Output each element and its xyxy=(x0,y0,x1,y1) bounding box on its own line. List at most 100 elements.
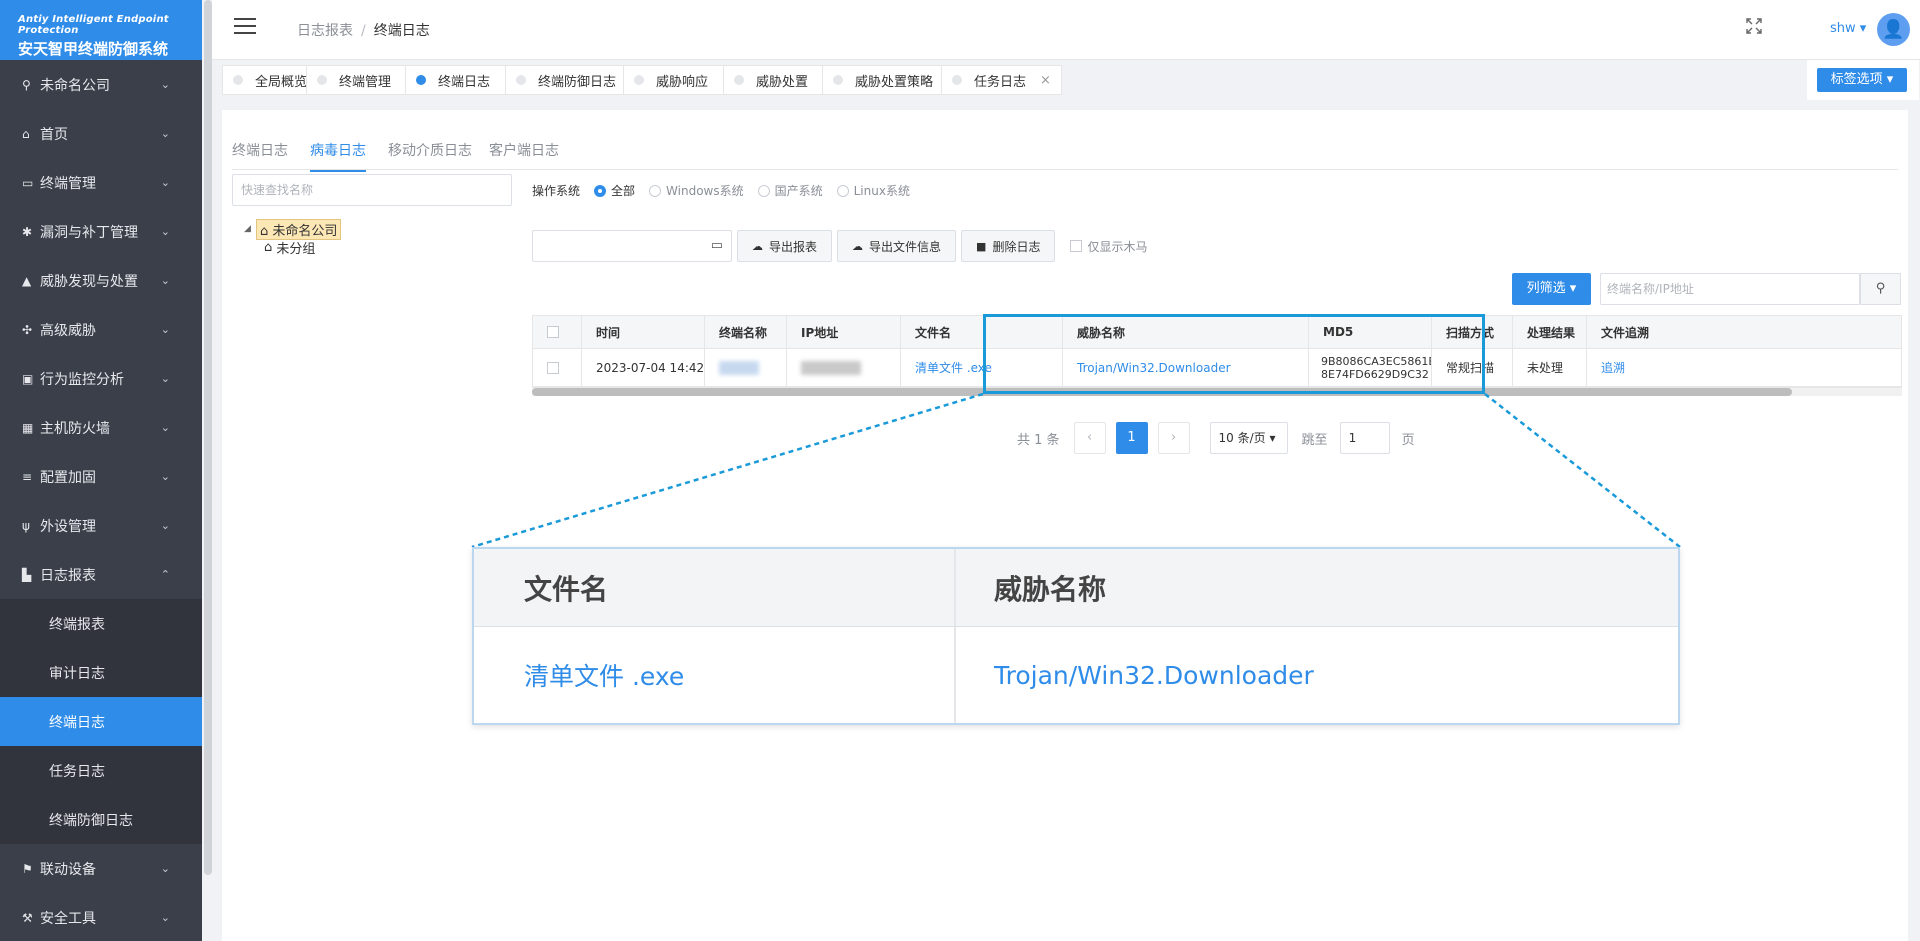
breadcrumb-separator: / xyxy=(361,23,366,39)
sidebar-subitem[interactable]: 任务日志 xyxy=(0,746,202,795)
tab-tag[interactable]: 全局概览 xyxy=(222,65,319,95)
location-pin-icon: ⚲ xyxy=(22,77,31,92)
sidebar-item[interactable]: ▦ 主机防火墙 ⌄ xyxy=(0,403,202,452)
bar-chart-icon: ▙ xyxy=(22,567,32,582)
delete-log-button[interactable]: ■ 删除日志 xyxy=(961,230,1056,262)
home-icon: ⌂ xyxy=(22,126,30,141)
sidebar-item-label: 联动设备 xyxy=(40,861,96,878)
sidebar-item-label: 威胁发现与处置 xyxy=(40,273,138,290)
tag-options-button[interactable]: 标签选项 ▾ xyxy=(1817,68,1907,92)
cell-result: 未处理 xyxy=(1513,349,1587,386)
export-report-button[interactable]: ☁ 导出报表 xyxy=(737,230,833,262)
os-radio[interactable]: Windows系统 xyxy=(649,182,744,199)
tab-status-dot xyxy=(734,75,744,85)
sidebar-item[interactable]: ⚑ 联动设备 ⌄ xyxy=(0,844,202,893)
sidebar-item[interactable]: ≡ 配置加固 ⌄ xyxy=(0,452,202,501)
tree-root-label: 未命名公司 xyxy=(272,223,338,239)
sub-tab[interactable]: 移动介质日志 xyxy=(388,140,472,170)
table-horizontal-scrollbar[interactable] xyxy=(532,388,1902,396)
prev-page-button[interactable]: ‹ xyxy=(1073,422,1106,454)
export-report-label: 导出报表 xyxy=(769,239,818,254)
close-icon[interactable]: × xyxy=(1040,73,1051,88)
column-filter-button[interactable]: 列筛选 ▾ xyxy=(1512,273,1591,305)
column-header: 文件名 xyxy=(901,316,1063,348)
only-trojan-label: 仅显示木马 xyxy=(1087,239,1148,254)
next-page-button[interactable]: › xyxy=(1157,422,1190,454)
tab-tag[interactable]: 任务日志 × xyxy=(941,65,1062,95)
cell-trace[interactable]: 追溯 xyxy=(1587,349,1901,386)
breadcrumb-parent[interactable]: 日志报表 xyxy=(297,23,353,39)
chevron-down-icon: ⌄ xyxy=(160,421,170,434)
virus-log-table: 时间 终端名称 IP地址 文件名 威胁名称 MD5 扫描方式 处理结果 文件追溯 2023-07… xyxy=(532,315,1902,388)
export-file-info-label: 导出文件信息 xyxy=(869,239,942,254)
filter-icon: ≡ xyxy=(22,469,33,484)
user-menu[interactable]: shw ▾ xyxy=(1830,21,1866,36)
column-header: 处理结果 xyxy=(1513,316,1587,348)
tree-node-child[interactable]: ⌂ 未分组 xyxy=(264,238,341,257)
tab-status-dot xyxy=(634,75,644,85)
sub-tab[interactable]: 客户端日志 xyxy=(489,140,559,170)
sidebar-item[interactable]: ⚲ 未命名公司 ⌄ xyxy=(0,60,202,109)
sidebar-item[interactable]: ▙ 日志报表 ⌃ xyxy=(0,550,202,599)
threat-name-link[interactable]: Trojan/Win32.Downloader xyxy=(1077,361,1231,375)
jump-label: 跳至 xyxy=(1301,432,1328,448)
os-radio-label: 全部 xyxy=(611,184,636,198)
cloud-download-icon: ☁ xyxy=(852,239,864,253)
column-header: 时间 xyxy=(582,316,705,348)
date-range-input[interactable]: ▭ xyxy=(532,230,732,262)
sidebar-item[interactable]: ✣ 高级威胁 ⌄ xyxy=(0,305,202,354)
sidebar-subitem[interactable]: 终端防御日志 xyxy=(0,795,202,844)
trace-link[interactable]: 追溯 xyxy=(1601,359,1625,376)
sidebar-item[interactable]: ✱ 漏洞与补丁管理 ⌄ xyxy=(0,207,202,256)
cell-file-name[interactable]: 清单文件 .exe xyxy=(901,349,1063,386)
delete-log-label: 删除日志 xyxy=(992,239,1041,254)
radio-circle-icon xyxy=(594,184,607,197)
sidebar-scrollbar[interactable] xyxy=(204,0,212,875)
sidebar-item[interactable]: ⌂ 首页 ⌄ xyxy=(0,109,202,158)
sidebar-subitem[interactable]: 终端报表 xyxy=(0,599,202,648)
jump-page-input[interactable]: 1 xyxy=(1339,422,1390,454)
search-icon[interactable]: ⚲ xyxy=(1860,273,1901,305)
submenu-log-report: 终端报表 审计日志 终端日志 任务日志 终端防御日志 xyxy=(0,599,202,844)
file-name-link[interactable]: 清单文件 .exe xyxy=(915,359,992,376)
page-size-select[interactable]: 10 条/页 ▾ xyxy=(1209,422,1288,454)
tree-search-input[interactable]: 快速查找名称 xyxy=(232,174,512,206)
sidebar-item-label: 漏洞与补丁管理 xyxy=(40,224,138,241)
sidebar-subitem[interactable]: 终端日志 xyxy=(0,697,202,746)
cell-scan-mode: 常规扫描 xyxy=(1432,349,1513,386)
page-button-current[interactable]: 1 xyxy=(1115,422,1148,454)
sidebar-item[interactable]: ψ 外设管理 ⌄ xyxy=(0,501,202,550)
sub-tab[interactable]: 病毒日志 xyxy=(310,140,366,172)
sidebar-item[interactable]: ▣ 行为监控分析 ⌄ xyxy=(0,354,202,403)
tab-status-dot xyxy=(317,75,327,85)
sidebar: Antiy Intelligent Endpoint Protection 安天… xyxy=(0,0,202,941)
os-radio[interactable]: 全部 xyxy=(594,182,635,199)
log-toolbar: ▭ ☁ 导出报表 ☁ 导出文件信息 ■ 删除日志 仅显示木马 xyxy=(532,230,1147,262)
sidebar-subitem[interactable]: 审计日志 xyxy=(0,648,202,697)
brand-name-cn: 安天智甲终端防御系统 xyxy=(18,40,169,58)
cell-threat-name[interactable]: Trojan/Win32.Downloader xyxy=(1063,349,1309,386)
avatar[interactable]: 👤 xyxy=(1877,13,1910,46)
table-row[interactable]: 2023-07-04 14:42:49 清单文件 .exe Trojan/Win… xyxy=(533,349,1901,387)
export-file-info-button[interactable]: ☁ 导出文件信息 xyxy=(837,230,957,262)
chevron-down-icon: ⌄ xyxy=(160,78,170,91)
cell-ip xyxy=(787,349,901,386)
menu-toggle-icon[interactable] xyxy=(234,18,256,36)
usb-icon: ψ xyxy=(22,518,30,533)
link-device-icon: ⚑ xyxy=(22,861,33,876)
table-search-input[interactable]: 终端名称/IP地址 xyxy=(1600,273,1860,305)
os-radio-label: 国产系统 xyxy=(774,184,823,198)
sidebar-item[interactable]: ▲ 威胁发现与处置 ⌄ xyxy=(0,256,202,305)
select-all-checkbox[interactable] xyxy=(533,316,582,348)
zoom-file-name: 清单文件 .exe xyxy=(474,627,956,723)
os-radio[interactable]: 国产系统 xyxy=(757,182,823,199)
tree-expand-icon[interactable]: ◢ xyxy=(244,224,256,234)
sub-tab[interactable]: 终端日志 xyxy=(232,140,288,170)
only-trojan-checkbox[interactable]: 仅显示木马 xyxy=(1070,238,1147,255)
sidebar-item[interactable]: ▭ 终端管理 ⌄ xyxy=(0,158,202,207)
sidebar-item[interactable]: ⚒ 安全工具 ⌄ xyxy=(0,893,202,941)
fullscreen-icon[interactable] xyxy=(1746,18,1768,40)
tree-node-root[interactable]: ◢ ⌂ 未命名公司 xyxy=(244,218,342,240)
row-checkbox[interactable] xyxy=(533,349,582,386)
os-radio[interactable]: Linux系统 xyxy=(836,182,910,199)
